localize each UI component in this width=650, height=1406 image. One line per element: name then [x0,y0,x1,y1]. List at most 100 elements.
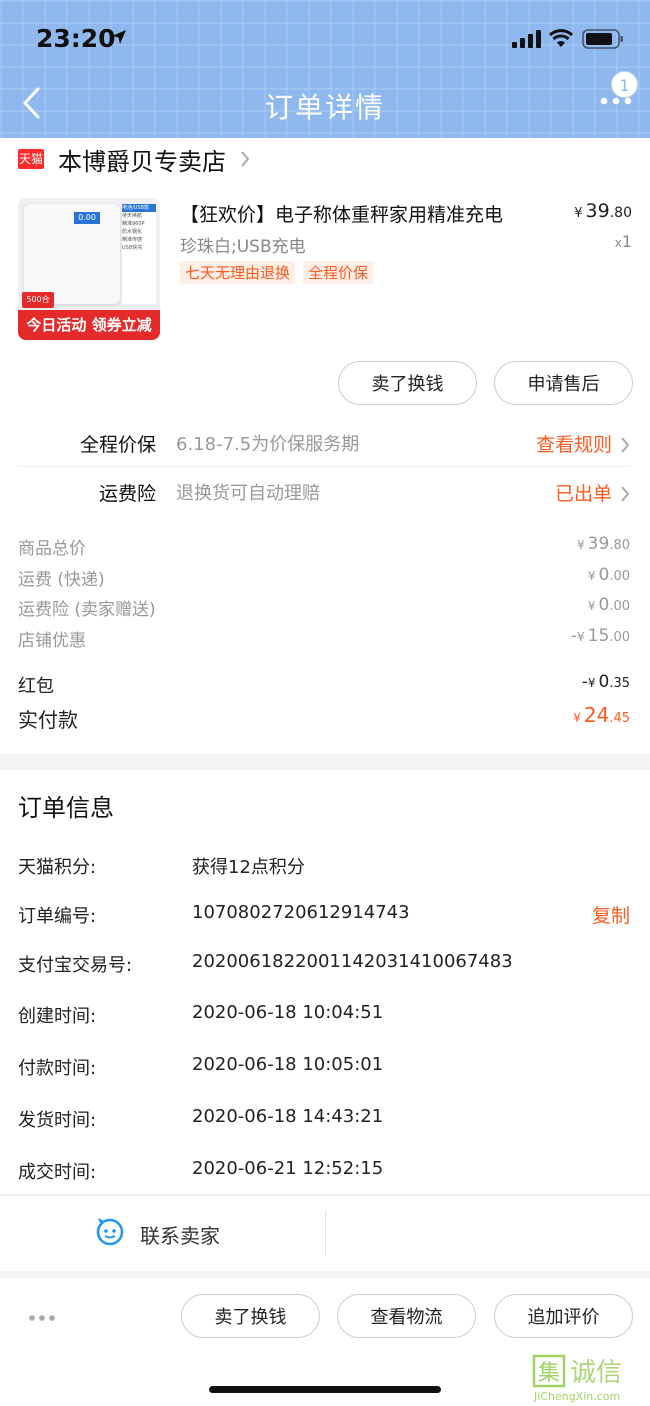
info-value: 2020-06-18 10:04:51 [192,1002,384,1023]
service-desc: 6.18-7.5为价保服务期 [176,434,360,455]
copy-button[interactable]: 复制 [592,901,630,928]
svg-text:集: 集 [538,1361,560,1386]
fee-yuan: 0 [598,565,610,585]
fee-yuan: 0 [598,595,610,615]
info-label: 订单编号: [18,906,97,927]
thumb-badge: 500合 [22,292,54,308]
view-rules-link[interactable]: 查看规则 [536,430,612,457]
service-label: 运费险 [98,483,156,505]
currency-symbol: ¥ [587,599,596,613]
currency-symbol: ¥ [587,569,596,583]
spec-line: 待天续航 [122,213,143,219]
shipping-insurance-row[interactable]: 运费险 退换货可自动理赔 已出单 [18,467,630,515]
divider [325,1210,326,1256]
spec-line: 防水钢化 [122,229,143,235]
price-protect-row[interactable]: 全程价保 6.18-7.5为价保服务期 查看规则 [18,418,630,466]
chevron-right-icon [621,437,630,453]
tmall-logo: 天猫 [18,149,44,169]
fee-cents: .35 [609,676,630,691]
contact-bar: 联系卖家 [0,1195,650,1271]
status-bar: 23:20 [0,0,650,76]
fee-cents: .00 [609,599,630,614]
info-label: 支付宝交易号: [18,955,133,976]
chat-bubble-icon[interactable] [94,1215,126,1247]
scale-display: 0.00 [74,212,100,224]
order-info-section: 订单信息 天猫积分: 获得12点积分 订单编号: 107080272061291… [0,770,650,1194]
fee-cents: .80 [609,538,630,553]
fee-label: 运费险 (卖家赠送) [18,600,156,620]
info-label: 天猫积分: [18,857,97,878]
spec-line: 精准960P [122,221,145,227]
info-value: 获得12点积分 [192,857,305,878]
policy-issued-link[interactable]: 已出单 [555,479,612,506]
info-value: 2020061822001142031410067483 [192,951,513,972]
fee-label: 红包 [18,676,54,697]
message-count-badge: 1 [611,71,638,98]
price-yuan: 39 [585,200,610,222]
currency-symbol: ¥ [587,676,596,690]
contact-seller-button[interactable]: 联系卖家 [140,1220,220,1249]
store-header[interactable]: 天猫 本博爵贝专卖店 [18,142,250,176]
fee-value: -¥ 0.35 [582,672,630,692]
fee-yuan: 24 [583,703,610,727]
fee-label: 商品总价 [18,539,86,559]
fee-cents: .00 [609,630,630,645]
service-desc: 退换货可自动理赔 [176,483,320,504]
info-label: 发货时间: [18,1110,97,1131]
service-label: 全程价保 [79,434,156,456]
sell-for-cash-button[interactable]: 卖了换钱 [338,361,477,405]
qty-value: 1 [621,232,632,251]
currency-symbol: ¥ [577,630,585,644]
currency-symbol: ¥ [577,538,585,552]
currency-symbol: ¥ [573,711,581,725]
fee-value: -¥ 15.00 [571,626,630,646]
cellular-signal-icon [512,30,541,48]
watermark-logo: 集 诚信 JiChengXin.com [532,1354,622,1403]
home-indicator[interactable] [209,1386,441,1393]
total-paid-label: 实付款 [18,708,78,732]
fee-label: 运费 (快递) [18,570,105,590]
fee-label: 店铺优惠 [18,631,86,651]
status-time: 23:20 [36,24,116,53]
scale-image: 0.00 [24,204,120,304]
fee-value: ¥39.80 [577,534,630,554]
store-name[interactable]: 本博爵贝专卖店 [58,142,226,177]
spec-line: 精准传感 [122,237,143,243]
header: 23:20 订单详情 1 [0,0,650,138]
info-value: 2020-06-21 12:52:15 [192,1158,384,1179]
price-cents: .80 [609,205,632,221]
product-price: ¥39.80 [574,200,632,222]
location-arrow-icon [112,30,126,44]
fee-yuan: 0 [598,672,610,692]
fee-sign: - [581,672,588,692]
spec-head: 电池/USB款 [122,204,156,212]
order-number: 1070802720612914743 [192,902,410,923]
tag-price-protect: 全程价保 [303,261,374,284]
more-dots-icon[interactable] [28,1314,56,1322]
info-label: 成交时间: [18,1162,97,1183]
info-value: 2020-06-18 10:05:01 [192,1054,384,1075]
fee-value: ¥0.00 [588,565,630,585]
fee-cents: .45 [609,711,630,726]
fee-yuan: 15 [587,626,610,646]
fee-value: ¥0.00 [588,595,630,615]
info-label: 创建时间: [18,1006,97,1027]
chevron-right-icon [241,151,250,167]
svg-text:诚信: 诚信 [570,1358,622,1388]
add-review-button[interactable]: 追加评价 [494,1294,633,1338]
total-paid-value: ¥24.45 [573,703,630,727]
service-tags: 七天无理由退换 全程价保 [180,261,374,284]
promo-banner: 今日活动 领券立减10 [18,310,160,340]
info-value: 2020-06-18 14:43:21 [192,1106,384,1127]
view-logistics-button[interactable]: 查看物流 [337,1294,476,1338]
product-thumbnail[interactable]: 0.00 电池/USB款 待天续航 精准960P 防水钢化 精准传感 USB快充… [18,198,160,340]
product-title[interactable]: 【狂欢价】电子称体重秤家用精准充电 [180,200,503,227]
sell-for-cash-button[interactable]: 卖了换钱 [181,1294,320,1338]
after-sale-button[interactable]: 申请售后 [494,361,633,405]
wifi-icon [548,29,574,47]
battery-icon [582,29,623,49]
product-quantity: x1 [615,232,632,251]
fee-yuan: 39 [587,534,610,554]
page-title: 订单详情 [264,91,385,124]
tag-return: 七天无理由退换 [180,261,296,284]
